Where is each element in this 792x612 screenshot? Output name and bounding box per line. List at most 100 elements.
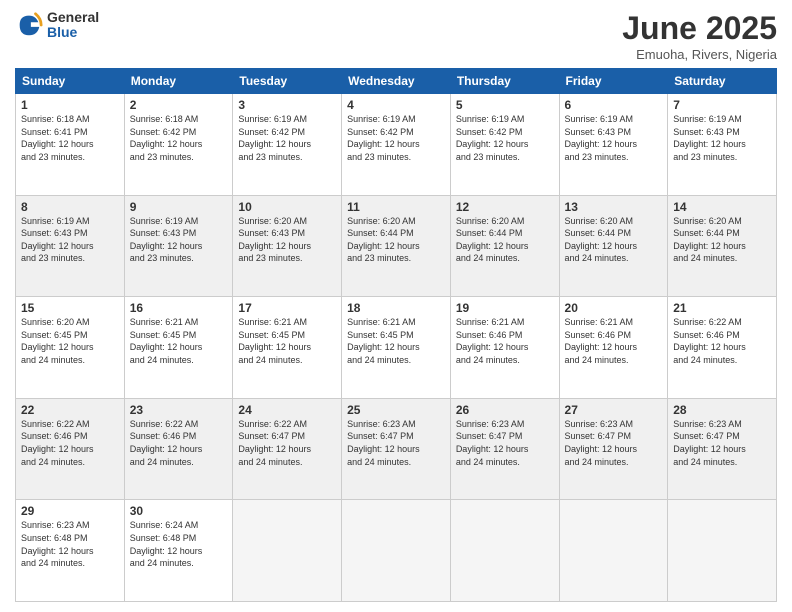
day-info: Sunrise: 6:24 AM Sunset: 6:48 PM Dayligh… bbox=[130, 519, 228, 569]
table-row: 24Sunrise: 6:22 AM Sunset: 6:47 PM Dayli… bbox=[233, 398, 342, 500]
day-number: 12 bbox=[456, 200, 554, 214]
day-number: 15 bbox=[21, 301, 119, 315]
day-number: 21 bbox=[673, 301, 771, 315]
table-row: 14Sunrise: 6:20 AM Sunset: 6:44 PM Dayli… bbox=[668, 195, 777, 297]
day-number: 16 bbox=[130, 301, 228, 315]
day-info: Sunrise: 6:23 AM Sunset: 6:48 PM Dayligh… bbox=[21, 519, 119, 569]
table-row: 5Sunrise: 6:19 AM Sunset: 6:42 PM Daylig… bbox=[450, 94, 559, 196]
title-block: June 2025 Emuoha, Rivers, Nigeria bbox=[622, 10, 777, 62]
calendar-week-row: 1Sunrise: 6:18 AM Sunset: 6:41 PM Daylig… bbox=[16, 94, 777, 196]
table-row: 18Sunrise: 6:21 AM Sunset: 6:45 PM Dayli… bbox=[342, 297, 451, 399]
table-row: 25Sunrise: 6:23 AM Sunset: 6:47 PM Dayli… bbox=[342, 398, 451, 500]
page: General Blue June 2025 Emuoha, Rivers, N… bbox=[0, 0, 792, 612]
day-number: 28 bbox=[673, 403, 771, 417]
day-info: Sunrise: 6:20 AM Sunset: 6:45 PM Dayligh… bbox=[21, 316, 119, 366]
table-row: 9Sunrise: 6:19 AM Sunset: 6:43 PM Daylig… bbox=[124, 195, 233, 297]
day-info: Sunrise: 6:23 AM Sunset: 6:47 PM Dayligh… bbox=[347, 418, 445, 468]
table-row: 3Sunrise: 6:19 AM Sunset: 6:42 PM Daylig… bbox=[233, 94, 342, 196]
day-info: Sunrise: 6:23 AM Sunset: 6:47 PM Dayligh… bbox=[565, 418, 663, 468]
day-info: Sunrise: 6:20 AM Sunset: 6:44 PM Dayligh… bbox=[456, 215, 554, 265]
day-info: Sunrise: 6:19 AM Sunset: 6:43 PM Dayligh… bbox=[130, 215, 228, 265]
calendar-week-row: 15Sunrise: 6:20 AM Sunset: 6:45 PM Dayli… bbox=[16, 297, 777, 399]
day-number: 30 bbox=[130, 504, 228, 518]
table-row: 23Sunrise: 6:22 AM Sunset: 6:46 PM Dayli… bbox=[124, 398, 233, 500]
table-row bbox=[668, 500, 777, 602]
day-number: 19 bbox=[456, 301, 554, 315]
day-number: 2 bbox=[130, 98, 228, 112]
day-number: 14 bbox=[673, 200, 771, 214]
table-row: 30Sunrise: 6:24 AM Sunset: 6:48 PM Dayli… bbox=[124, 500, 233, 602]
day-info: Sunrise: 6:18 AM Sunset: 6:42 PM Dayligh… bbox=[130, 113, 228, 163]
table-row: 11Sunrise: 6:20 AM Sunset: 6:44 PM Dayli… bbox=[342, 195, 451, 297]
day-number: 3 bbox=[238, 98, 336, 112]
day-number: 17 bbox=[238, 301, 336, 315]
table-row: 19Sunrise: 6:21 AM Sunset: 6:46 PM Dayli… bbox=[450, 297, 559, 399]
day-number: 29 bbox=[21, 504, 119, 518]
header: General Blue June 2025 Emuoha, Rivers, N… bbox=[15, 10, 777, 62]
day-number: 4 bbox=[347, 98, 445, 112]
calendar-week-row: 22Sunrise: 6:22 AM Sunset: 6:46 PM Dayli… bbox=[16, 398, 777, 500]
table-row: 16Sunrise: 6:21 AM Sunset: 6:45 PM Dayli… bbox=[124, 297, 233, 399]
table-row: 28Sunrise: 6:23 AM Sunset: 6:47 PM Dayli… bbox=[668, 398, 777, 500]
day-info: Sunrise: 6:19 AM Sunset: 6:42 PM Dayligh… bbox=[456, 113, 554, 163]
day-number: 13 bbox=[565, 200, 663, 214]
day-info: Sunrise: 6:23 AM Sunset: 6:47 PM Dayligh… bbox=[456, 418, 554, 468]
table-row: 22Sunrise: 6:22 AM Sunset: 6:46 PM Dayli… bbox=[16, 398, 125, 500]
col-thursday: Thursday bbox=[450, 69, 559, 94]
day-info: Sunrise: 6:18 AM Sunset: 6:41 PM Dayligh… bbox=[21, 113, 119, 163]
day-number: 22 bbox=[21, 403, 119, 417]
day-number: 26 bbox=[456, 403, 554, 417]
day-info: Sunrise: 6:20 AM Sunset: 6:44 PM Dayligh… bbox=[565, 215, 663, 265]
table-row: 6Sunrise: 6:19 AM Sunset: 6:43 PM Daylig… bbox=[559, 94, 668, 196]
day-info: Sunrise: 6:21 AM Sunset: 6:45 PM Dayligh… bbox=[130, 316, 228, 366]
calendar-week-row: 29Sunrise: 6:23 AM Sunset: 6:48 PM Dayli… bbox=[16, 500, 777, 602]
table-row: 12Sunrise: 6:20 AM Sunset: 6:44 PM Dayli… bbox=[450, 195, 559, 297]
table-row: 17Sunrise: 6:21 AM Sunset: 6:45 PM Dayli… bbox=[233, 297, 342, 399]
header-row: Sunday Monday Tuesday Wednesday Thursday… bbox=[16, 69, 777, 94]
day-number: 9 bbox=[130, 200, 228, 214]
col-monday: Monday bbox=[124, 69, 233, 94]
day-number: 24 bbox=[238, 403, 336, 417]
table-row: 7Sunrise: 6:19 AM Sunset: 6:43 PM Daylig… bbox=[668, 94, 777, 196]
table-row: 15Sunrise: 6:20 AM Sunset: 6:45 PM Dayli… bbox=[16, 297, 125, 399]
logo-text: General Blue bbox=[47, 10, 99, 41]
day-number: 6 bbox=[565, 98, 663, 112]
table-row: 27Sunrise: 6:23 AM Sunset: 6:47 PM Dayli… bbox=[559, 398, 668, 500]
day-info: Sunrise: 6:19 AM Sunset: 6:43 PM Dayligh… bbox=[565, 113, 663, 163]
logo-general-text: General bbox=[47, 10, 99, 25]
table-row: 2Sunrise: 6:18 AM Sunset: 6:42 PM Daylig… bbox=[124, 94, 233, 196]
day-info: Sunrise: 6:20 AM Sunset: 6:44 PM Dayligh… bbox=[347, 215, 445, 265]
day-number: 10 bbox=[238, 200, 336, 214]
day-info: Sunrise: 6:20 AM Sunset: 6:44 PM Dayligh… bbox=[673, 215, 771, 265]
day-number: 7 bbox=[673, 98, 771, 112]
day-number: 5 bbox=[456, 98, 554, 112]
day-number: 25 bbox=[347, 403, 445, 417]
table-row: 26Sunrise: 6:23 AM Sunset: 6:47 PM Dayli… bbox=[450, 398, 559, 500]
day-info: Sunrise: 6:21 AM Sunset: 6:46 PM Dayligh… bbox=[565, 316, 663, 366]
table-row bbox=[450, 500, 559, 602]
month-title: June 2025 bbox=[622, 10, 777, 47]
col-wednesday: Wednesday bbox=[342, 69, 451, 94]
day-info: Sunrise: 6:19 AM Sunset: 6:43 PM Dayligh… bbox=[21, 215, 119, 265]
table-row: 21Sunrise: 6:22 AM Sunset: 6:46 PM Dayli… bbox=[668, 297, 777, 399]
col-sunday: Sunday bbox=[16, 69, 125, 94]
day-info: Sunrise: 6:20 AM Sunset: 6:43 PM Dayligh… bbox=[238, 215, 336, 265]
logo-icon bbox=[15, 11, 43, 39]
col-saturday: Saturday bbox=[668, 69, 777, 94]
day-info: Sunrise: 6:21 AM Sunset: 6:46 PM Dayligh… bbox=[456, 316, 554, 366]
logo: General Blue bbox=[15, 10, 99, 41]
calendar-week-row: 8Sunrise: 6:19 AM Sunset: 6:43 PM Daylig… bbox=[16, 195, 777, 297]
day-number: 20 bbox=[565, 301, 663, 315]
day-info: Sunrise: 6:22 AM Sunset: 6:46 PM Dayligh… bbox=[673, 316, 771, 366]
day-info: Sunrise: 6:19 AM Sunset: 6:42 PM Dayligh… bbox=[347, 113, 445, 163]
calendar-table: Sunday Monday Tuesday Wednesday Thursday… bbox=[15, 68, 777, 602]
day-info: Sunrise: 6:22 AM Sunset: 6:46 PM Dayligh… bbox=[21, 418, 119, 468]
col-friday: Friday bbox=[559, 69, 668, 94]
day-number: 27 bbox=[565, 403, 663, 417]
day-info: Sunrise: 6:22 AM Sunset: 6:46 PM Dayligh… bbox=[130, 418, 228, 468]
day-number: 1 bbox=[21, 98, 119, 112]
table-row: 13Sunrise: 6:20 AM Sunset: 6:44 PM Dayli… bbox=[559, 195, 668, 297]
table-row bbox=[559, 500, 668, 602]
day-info: Sunrise: 6:22 AM Sunset: 6:47 PM Dayligh… bbox=[238, 418, 336, 468]
logo-blue-text: Blue bbox=[47, 25, 99, 40]
